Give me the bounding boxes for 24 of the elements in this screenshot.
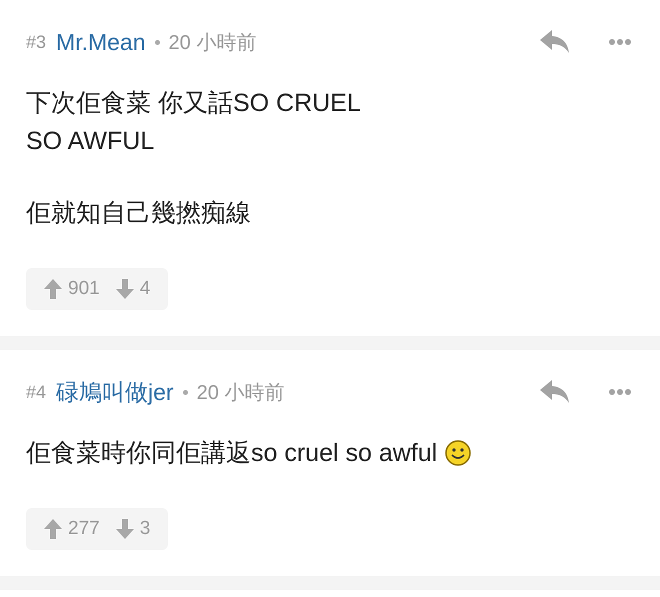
comment-text: 佢就知自己幾撚痴線 — [26, 198, 251, 229]
upvote-button[interactable]: 901 — [44, 278, 100, 300]
timestamp: 20 小時前 — [196, 380, 284, 406]
comment-text: SO AWFUL — [26, 126, 154, 157]
upvote-button[interactable]: 277 — [44, 518, 100, 540]
comment-text: 佢食菜時你同佢講返so cruel so awful — [26, 438, 438, 469]
comment-number: #4 — [26, 382, 46, 402]
downvote-button[interactable]: 3 — [116, 518, 150, 540]
downvote-button[interactable]: 4 — [116, 278, 150, 300]
comment-number: #3 — [26, 32, 46, 52]
reply-button[interactable] — [540, 380, 570, 404]
separator-dot — [154, 40, 160, 44]
reply-button[interactable] — [540, 30, 570, 54]
down-arrow-icon — [116, 519, 134, 539]
separator-dot — [182, 390, 188, 394]
author-link[interactable]: Mr.Mean — [56, 28, 146, 56]
author-link[interactable]: 碌鳩叫做jer — [56, 376, 174, 408]
more-button[interactable] — [608, 38, 632, 46]
up-arrow-icon — [44, 279, 62, 299]
timestamp: 20 小時前 — [168, 30, 256, 56]
more-button[interactable] — [608, 388, 632, 396]
up-arrow-icon — [44, 519, 62, 539]
down-arrow-icon — [116, 279, 134, 299]
comment-text: 下次佢食菜 你又話SO CRUEL — [26, 88, 361, 119]
